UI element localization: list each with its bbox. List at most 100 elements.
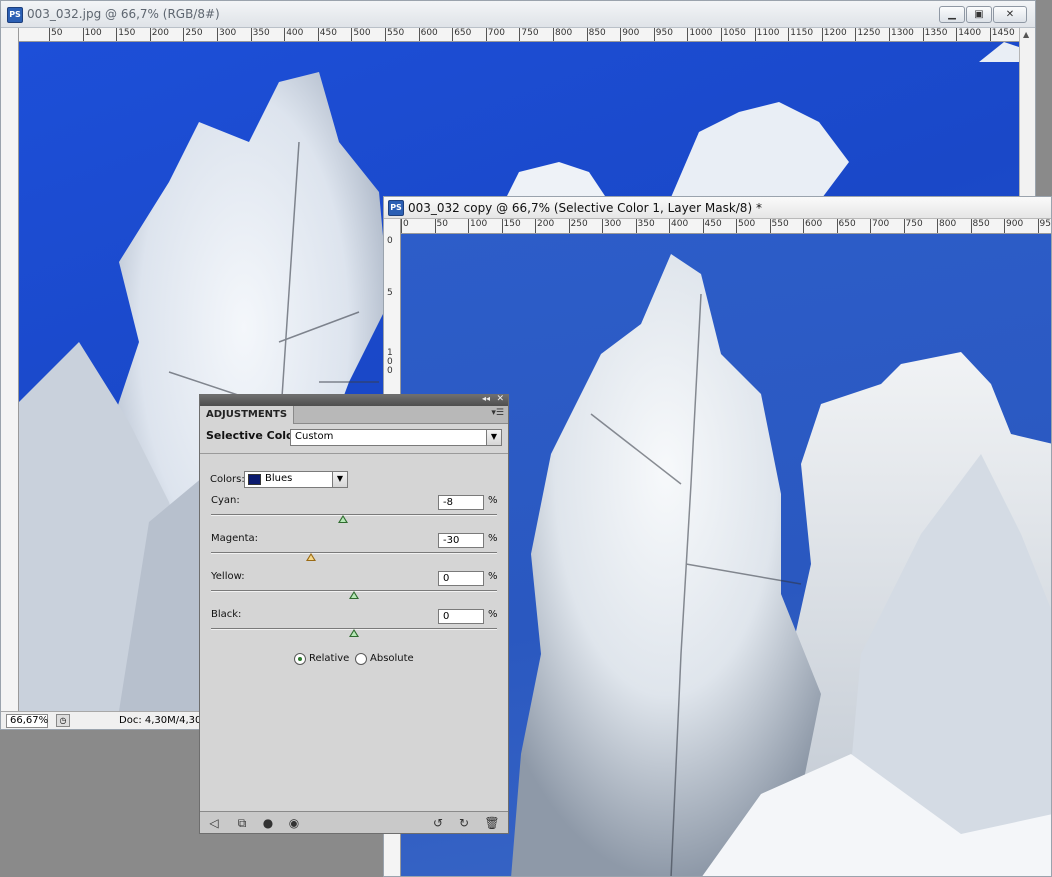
close-button[interactable]: ✕ bbox=[993, 6, 1027, 23]
ruler-tick bbox=[183, 28, 185, 41]
ruler-tick-label: 1300 bbox=[891, 28, 914, 38]
slider-value-field[interactable]: 0 bbox=[438, 571, 484, 586]
panel-tab-row: ADJUSTMENTS ▾☰ bbox=[200, 406, 508, 424]
ruler-tick bbox=[922, 28, 924, 41]
preset-dropdown[interactable]: Custom ▼ bbox=[290, 429, 502, 446]
maximize-icon: ▣ bbox=[974, 9, 984, 20]
ruler-tick-label: 300 bbox=[604, 219, 622, 229]
ruler-tick bbox=[519, 28, 521, 41]
panel-bottom-bar: ◁ ⧉ ● ◉ ↺ ↻ 🗑 bbox=[200, 811, 508, 833]
collapse-panel-icon[interactable]: ◂◂ bbox=[482, 394, 490, 403]
ruler-tick bbox=[535, 219, 536, 233]
ruler-tick bbox=[669, 219, 670, 233]
slider-value-field[interactable]: -8 bbox=[438, 495, 484, 510]
ruler-tick-label: 200 bbox=[537, 219, 555, 229]
slider-thumb[interactable] bbox=[349, 591, 359, 599]
eye-icon[interactable]: ◉ bbox=[286, 815, 302, 831]
ruler-tick-label: 950 bbox=[655, 28, 673, 38]
ruler-tick bbox=[956, 28, 958, 41]
ruler-tick bbox=[82, 28, 84, 41]
ruler-tick-label: 1150 bbox=[790, 28, 814, 38]
ruler-tick bbox=[821, 28, 823, 41]
minimize-button[interactable]: ▁ bbox=[939, 6, 965, 23]
ruler-tick-label: 5 bbox=[387, 288, 393, 298]
ruler-tick-label: 550 bbox=[387, 28, 405, 38]
percent-unit: % bbox=[488, 495, 498, 506]
status-menu-icon[interactable]: ◷ bbox=[56, 714, 70, 727]
view-previous-state-icon[interactable]: ↺ bbox=[430, 815, 446, 831]
trash-icon[interactable]: 🗑 bbox=[484, 815, 500, 831]
document-size-info: Doc: 4,30M/4,30M bbox=[119, 715, 211, 726]
chevron-down-icon: ▼ bbox=[486, 430, 501, 445]
ruler-tick-label: 650 bbox=[838, 219, 856, 229]
ruler-tick bbox=[568, 219, 570, 233]
ruler-tick bbox=[687, 28, 689, 41]
ruler-tick bbox=[788, 28, 790, 41]
ruler-tick-label: 1100 bbox=[756, 28, 780, 38]
ruler-tick-label: 0 bbox=[387, 236, 393, 246]
ruler-tick-label: 900 bbox=[622, 28, 640, 38]
percent-unit: % bbox=[488, 571, 498, 582]
ruler-tick bbox=[485, 28, 487, 41]
ruler-tick-label: 500 bbox=[738, 219, 756, 229]
slider-thumb[interactable] bbox=[306, 553, 317, 561]
slider-track[interactable] bbox=[211, 552, 497, 554]
slider-thumb[interactable] bbox=[349, 629, 359, 637]
layer-visibility-mask-icon[interactable]: ● bbox=[260, 815, 276, 831]
tab-adjustments[interactable]: ADJUSTMENTS bbox=[200, 406, 295, 424]
panel-top-bar[interactable]: ◂◂ ✕ bbox=[200, 394, 508, 406]
ruler-tick-label: 850 bbox=[588, 28, 606, 38]
ruler-tick-label: 50 bbox=[51, 28, 63, 38]
ruler-tick-label: 900 bbox=[1006, 219, 1024, 229]
ruler-tick bbox=[602, 219, 603, 233]
ruler-tick-label: 150 bbox=[503, 219, 521, 229]
ruler-tick-label: 700 bbox=[487, 28, 505, 38]
ruler-tick-label: 250 bbox=[570, 219, 588, 229]
ruler-tick-label: 50 bbox=[436, 219, 448, 229]
ruler-tick bbox=[836, 219, 838, 233]
scroll-up-icon[interactable]: ▲ bbox=[1023, 30, 1029, 39]
divider bbox=[200, 453, 508, 454]
percent-unit: % bbox=[488, 533, 498, 544]
slider-value-field[interactable]: -30 bbox=[438, 533, 484, 548]
relative-label: Relative bbox=[309, 653, 350, 664]
ruler-tick bbox=[1004, 219, 1005, 233]
ruler-tick-label: 1450 bbox=[991, 28, 1015, 38]
colors-label: Colors: bbox=[210, 474, 245, 485]
colors-dropdown[interactable]: Blues ▼ bbox=[244, 471, 348, 488]
maximize-button[interactable]: ▣ bbox=[966, 6, 992, 23]
ruler-tick-label: 750 bbox=[905, 219, 923, 229]
clip-to-layer-icon[interactable]: ⧉ bbox=[234, 815, 250, 831]
ruler-tick-label: 550 bbox=[771, 219, 789, 229]
reset-icon[interactable]: ↻ bbox=[456, 815, 472, 831]
zoom-level-field[interactable]: 66,67% bbox=[6, 714, 48, 728]
slider-thumb[interactable] bbox=[337, 515, 348, 523]
ruler-tick bbox=[553, 28, 554, 41]
ruler-tick-label: 800 bbox=[555, 28, 573, 38]
ruler-tick bbox=[586, 28, 588, 41]
ruler-tick bbox=[736, 219, 737, 233]
minimize-icon: ▁ bbox=[948, 9, 956, 20]
ruler-tick bbox=[149, 28, 151, 41]
window1-titlebar[interactable]: PS 003_032.jpg @ 66,7% (RGB/8#) ▁ ▣ ✕ bbox=[1, 1, 1035, 28]
slider-value-field[interactable]: 0 bbox=[438, 609, 484, 624]
slider-label: Cyan: bbox=[211, 495, 240, 506]
slider-track[interactable] bbox=[211, 514, 497, 516]
ruler-tick bbox=[889, 28, 890, 41]
ruler-tick bbox=[385, 28, 386, 41]
adjustments-panel[interactable]: ◂◂ ✕ ADJUSTMENTS ▾☰ Selective Color Cust… bbox=[199, 394, 509, 834]
panel-menu-icon[interactable]: ▾☰ bbox=[491, 408, 504, 418]
ruler-tick bbox=[401, 219, 402, 233]
ruler-tick-label: 750 bbox=[521, 28, 539, 38]
absolute-radio[interactable] bbox=[355, 653, 367, 665]
ruler-tick-label: 500 bbox=[353, 28, 371, 38]
close-panel-icon[interactable]: ✕ bbox=[496, 394, 504, 404]
window1-title: 003_032.jpg @ 66,7% (RGB/8#) bbox=[27, 7, 220, 21]
ruler-tick-label: 250 bbox=[185, 28, 203, 38]
ruler-tick bbox=[434, 219, 436, 233]
window2-titlebar[interactable]: PS 003_032 copy @ 66,7% (Selective Color… bbox=[384, 197, 1051, 219]
relative-radio[interactable] bbox=[294, 653, 306, 665]
ruler-tick-label: 850 bbox=[972, 219, 990, 229]
ruler-tick-label: 950 bbox=[1039, 219, 1052, 229]
back-arrow-icon[interactable]: ◁ bbox=[206, 815, 222, 831]
